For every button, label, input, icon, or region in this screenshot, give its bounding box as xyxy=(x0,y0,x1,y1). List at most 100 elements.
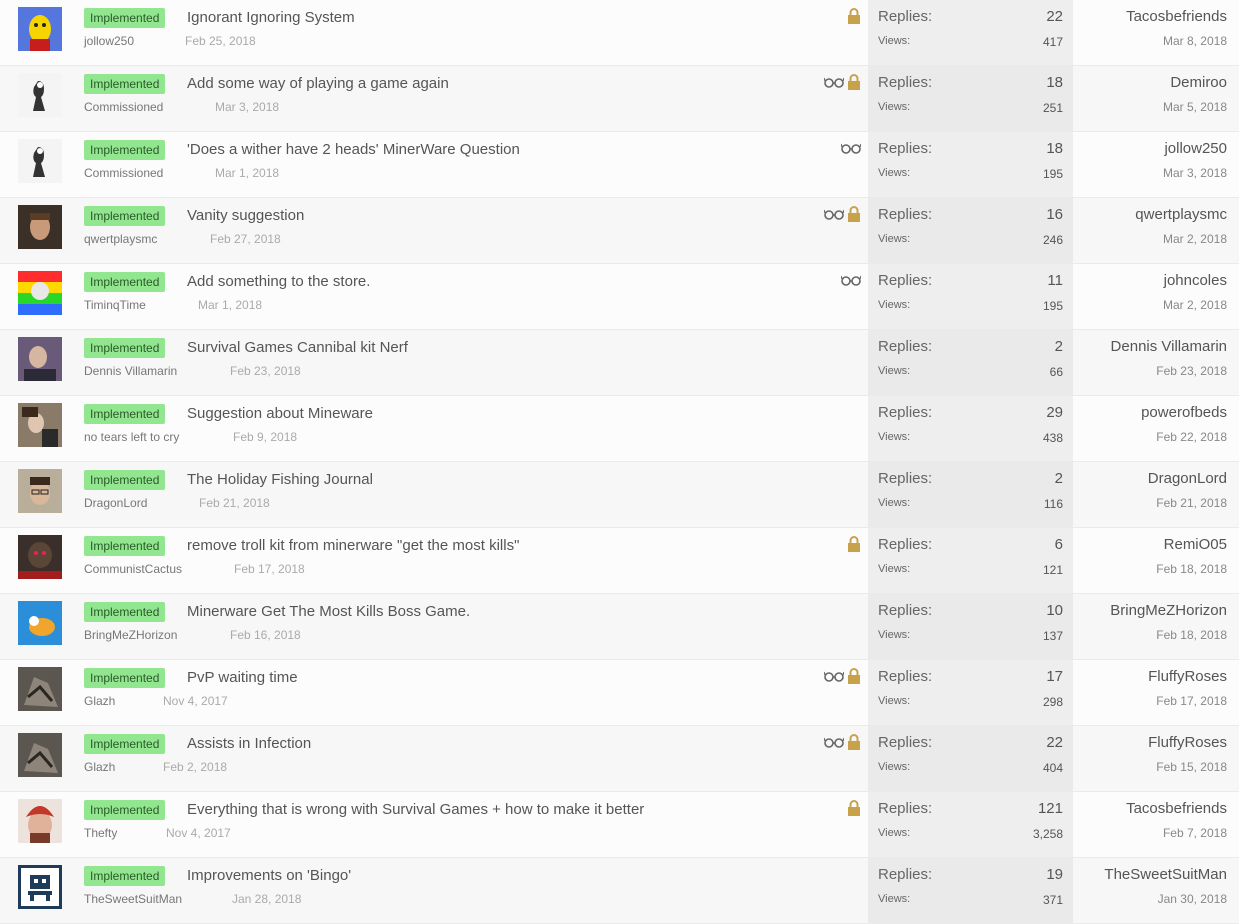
implemented-prefix-badge[interactable]: Implemented xyxy=(84,536,166,556)
avatar[interactable] xyxy=(18,733,62,777)
thread-author-link[interactable]: Commissioned xyxy=(84,166,163,180)
thread-title-link[interactable]: Add something to the store. xyxy=(187,272,370,292)
thread-title-link[interactable]: Minerware Get The Most Kills Boss Game. xyxy=(187,602,470,622)
avatar[interactable] xyxy=(18,667,62,711)
last-post-date-link[interactable]: Feb 23, 2018 xyxy=(1156,364,1227,378)
thread-author-link[interactable]: Dennis Villamarin xyxy=(84,364,177,378)
avatar[interactable] xyxy=(18,139,62,183)
last-post-date-link[interactable]: Mar 2, 2018 xyxy=(1163,232,1227,246)
thread-title-link[interactable]: Vanity suggestion xyxy=(187,206,304,226)
thread-author-link[interactable]: jollow250 xyxy=(84,34,134,48)
thread-row[interactable]: Implemented Assists in Infection Glazh Feb … xyxy=(0,726,1239,792)
thread-start-date[interactable]: Jan 28, 2018 xyxy=(232,892,301,906)
last-post-date-link[interactable]: Mar 3, 2018 xyxy=(1163,166,1227,180)
last-post-user-link[interactable]: qwertplaysmc xyxy=(1135,206,1227,223)
implemented-prefix-badge[interactable]: Implemented xyxy=(84,272,166,292)
thread-row[interactable]: Implemented Add something to the store. Ti… xyxy=(0,264,1239,330)
thread-author-link[interactable]: Glazh xyxy=(84,694,115,708)
thread-start-date[interactable]: Feb 27, 2018 xyxy=(210,232,281,246)
last-post-user-link[interactable]: Dennis Villamarin xyxy=(1111,338,1227,355)
thread-author-link[interactable]: Commissioned xyxy=(84,100,163,114)
implemented-prefix-badge[interactable]: Implemented xyxy=(84,404,166,424)
implemented-prefix-badge[interactable]: Implemented xyxy=(84,866,166,886)
last-post-user-link[interactable]: FluffyRoses xyxy=(1148,668,1227,685)
implemented-prefix-badge[interactable]: Implemented xyxy=(84,800,166,820)
thread-title-link[interactable]: Assists in Infection xyxy=(187,734,311,754)
thread-author-link[interactable]: Glazh xyxy=(84,760,115,774)
thread-title-link[interactable]: Add some way of playing a game again xyxy=(187,74,449,94)
last-post-user-link[interactable]: FluffyRoses xyxy=(1148,734,1227,751)
avatar[interactable] xyxy=(18,535,62,579)
thread-start-date[interactable]: Mar 3, 2018 xyxy=(215,100,279,114)
last-post-date-link[interactable]: Feb 7, 2018 xyxy=(1163,826,1227,840)
thread-row[interactable]: Implemented Add some way of playing a gam… xyxy=(0,66,1239,132)
last-post-date-link[interactable]: Feb 17, 2018 xyxy=(1156,694,1227,708)
last-post-date-link[interactable]: Mar 8, 2018 xyxy=(1163,34,1227,48)
thread-author-link[interactable]: TheSweetSuitMan xyxy=(84,892,182,906)
last-post-user-link[interactable]: jollow250 xyxy=(1164,140,1227,157)
thread-title-link[interactable]: Everything that is wrong with Survival G… xyxy=(187,800,644,820)
thread-title-link[interactable]: Suggestion about Mineware xyxy=(187,404,373,424)
thread-row[interactable]: Implemented Ignorant Ignoring System jollo… xyxy=(0,0,1239,66)
thread-start-date[interactable]: Feb 23, 2018 xyxy=(230,364,301,378)
thread-title-link[interactable]: Survival Games Cannibal kit Nerf xyxy=(187,338,408,358)
thread-author-link[interactable]: DragonLord xyxy=(84,496,147,510)
thread-title-link[interactable]: Improvements on 'Bingo' xyxy=(187,866,351,886)
last-post-date-link[interactable]: Mar 5, 2018 xyxy=(1163,100,1227,114)
thread-row[interactable]: Implemented Survival Games Cannibal kit N… xyxy=(0,330,1239,396)
thread-start-date[interactable]: Feb 2, 2018 xyxy=(163,760,227,774)
implemented-prefix-badge[interactable]: Implemented xyxy=(84,470,166,490)
last-post-user-link[interactable]: Tacosbefriends xyxy=(1126,800,1227,817)
last-post-user-link[interactable]: BringMeZHorizon xyxy=(1110,602,1227,619)
thread-row[interactable]: Implemented Vanity suggestion qwertplaysmc… xyxy=(0,198,1239,264)
thread-start-date[interactable]: Nov 4, 2017 xyxy=(166,826,231,840)
thread-row[interactable]: Implemented Improvements on 'Bingo' TheSwe… xyxy=(0,858,1239,924)
thread-row[interactable]: Implemented remove troll kit from minerwa… xyxy=(0,528,1239,594)
avatar[interactable] xyxy=(18,799,62,843)
thread-start-date[interactable]: Nov 4, 2017 xyxy=(163,694,228,708)
avatar[interactable] xyxy=(18,865,62,909)
thread-row[interactable]: Implemented Everything that is wrong with… xyxy=(0,792,1239,858)
thread-start-date[interactable]: Feb 17, 2018 xyxy=(234,562,305,576)
thread-title-link[interactable]: Ignorant Ignoring System xyxy=(187,8,355,28)
last-post-user-link[interactable]: RemiO05 xyxy=(1164,536,1227,553)
thread-start-date[interactable]: Feb 25, 2018 xyxy=(185,34,256,48)
thread-title-link[interactable]: The Holiday Fishing Journal xyxy=(187,470,373,490)
last-post-date-link[interactable]: Feb 15, 2018 xyxy=(1156,760,1227,774)
thread-start-date[interactable]: Feb 16, 2018 xyxy=(230,628,301,642)
last-post-user-link[interactable]: powerofbeds xyxy=(1141,404,1227,421)
last-post-date-link[interactable]: Mar 2, 2018 xyxy=(1163,298,1227,312)
implemented-prefix-badge[interactable]: Implemented xyxy=(84,206,166,226)
last-post-date-link[interactable]: Feb 18, 2018 xyxy=(1156,628,1227,642)
implemented-prefix-badge[interactable]: Implemented xyxy=(84,338,166,358)
thread-title-link[interactable]: 'Does a wither have 2 heads' MinerWare Q… xyxy=(187,140,520,160)
avatar[interactable] xyxy=(18,271,62,315)
implemented-prefix-badge[interactable]: Implemented xyxy=(84,140,166,160)
implemented-prefix-badge[interactable]: Implemented xyxy=(84,8,166,28)
implemented-prefix-badge[interactable]: Implemented xyxy=(84,668,166,688)
last-post-date-link[interactable]: Feb 18, 2018 xyxy=(1156,562,1227,576)
thread-author-link[interactable]: CommunistCactus xyxy=(84,562,182,576)
thread-row[interactable]: Implemented Suggestion about Mineware no t… xyxy=(0,396,1239,462)
thread-row[interactable]: Implemented The Holiday Fishing Journal Dr… xyxy=(0,462,1239,528)
thread-start-date[interactable]: Feb 21, 2018 xyxy=(199,496,270,510)
last-post-user-link[interactable]: Tacosbefriends xyxy=(1126,8,1227,25)
avatar[interactable] xyxy=(18,601,62,645)
last-post-user-link[interactable]: DragonLord xyxy=(1148,470,1227,487)
thread-author-link[interactable]: qwertplaysmc xyxy=(84,232,157,246)
thread-row[interactable]: Implemented PvP waiting time Glazh Nov 4, 2… xyxy=(0,660,1239,726)
avatar[interactable] xyxy=(18,469,62,513)
last-post-date-link[interactable]: Feb 21, 2018 xyxy=(1156,496,1227,510)
thread-author-link[interactable]: BringMeZHorizon xyxy=(84,628,177,642)
thread-author-link[interactable]: no tears left to cry xyxy=(84,430,179,444)
last-post-user-link[interactable]: johncoles xyxy=(1164,272,1227,289)
avatar[interactable] xyxy=(18,7,62,51)
avatar[interactable] xyxy=(18,337,62,381)
implemented-prefix-badge[interactable]: Implemented xyxy=(84,602,166,622)
thread-start-date[interactable]: Mar 1, 2018 xyxy=(198,298,262,312)
thread-title-link[interactable]: PvP waiting time xyxy=(187,668,298,688)
thread-author-link[interactable]: TiminqTime xyxy=(84,298,146,312)
last-post-user-link[interactable]: Demiroo xyxy=(1170,74,1227,91)
thread-start-date[interactable]: Mar 1, 2018 xyxy=(215,166,279,180)
thread-start-date[interactable]: Feb 9, 2018 xyxy=(233,430,297,444)
